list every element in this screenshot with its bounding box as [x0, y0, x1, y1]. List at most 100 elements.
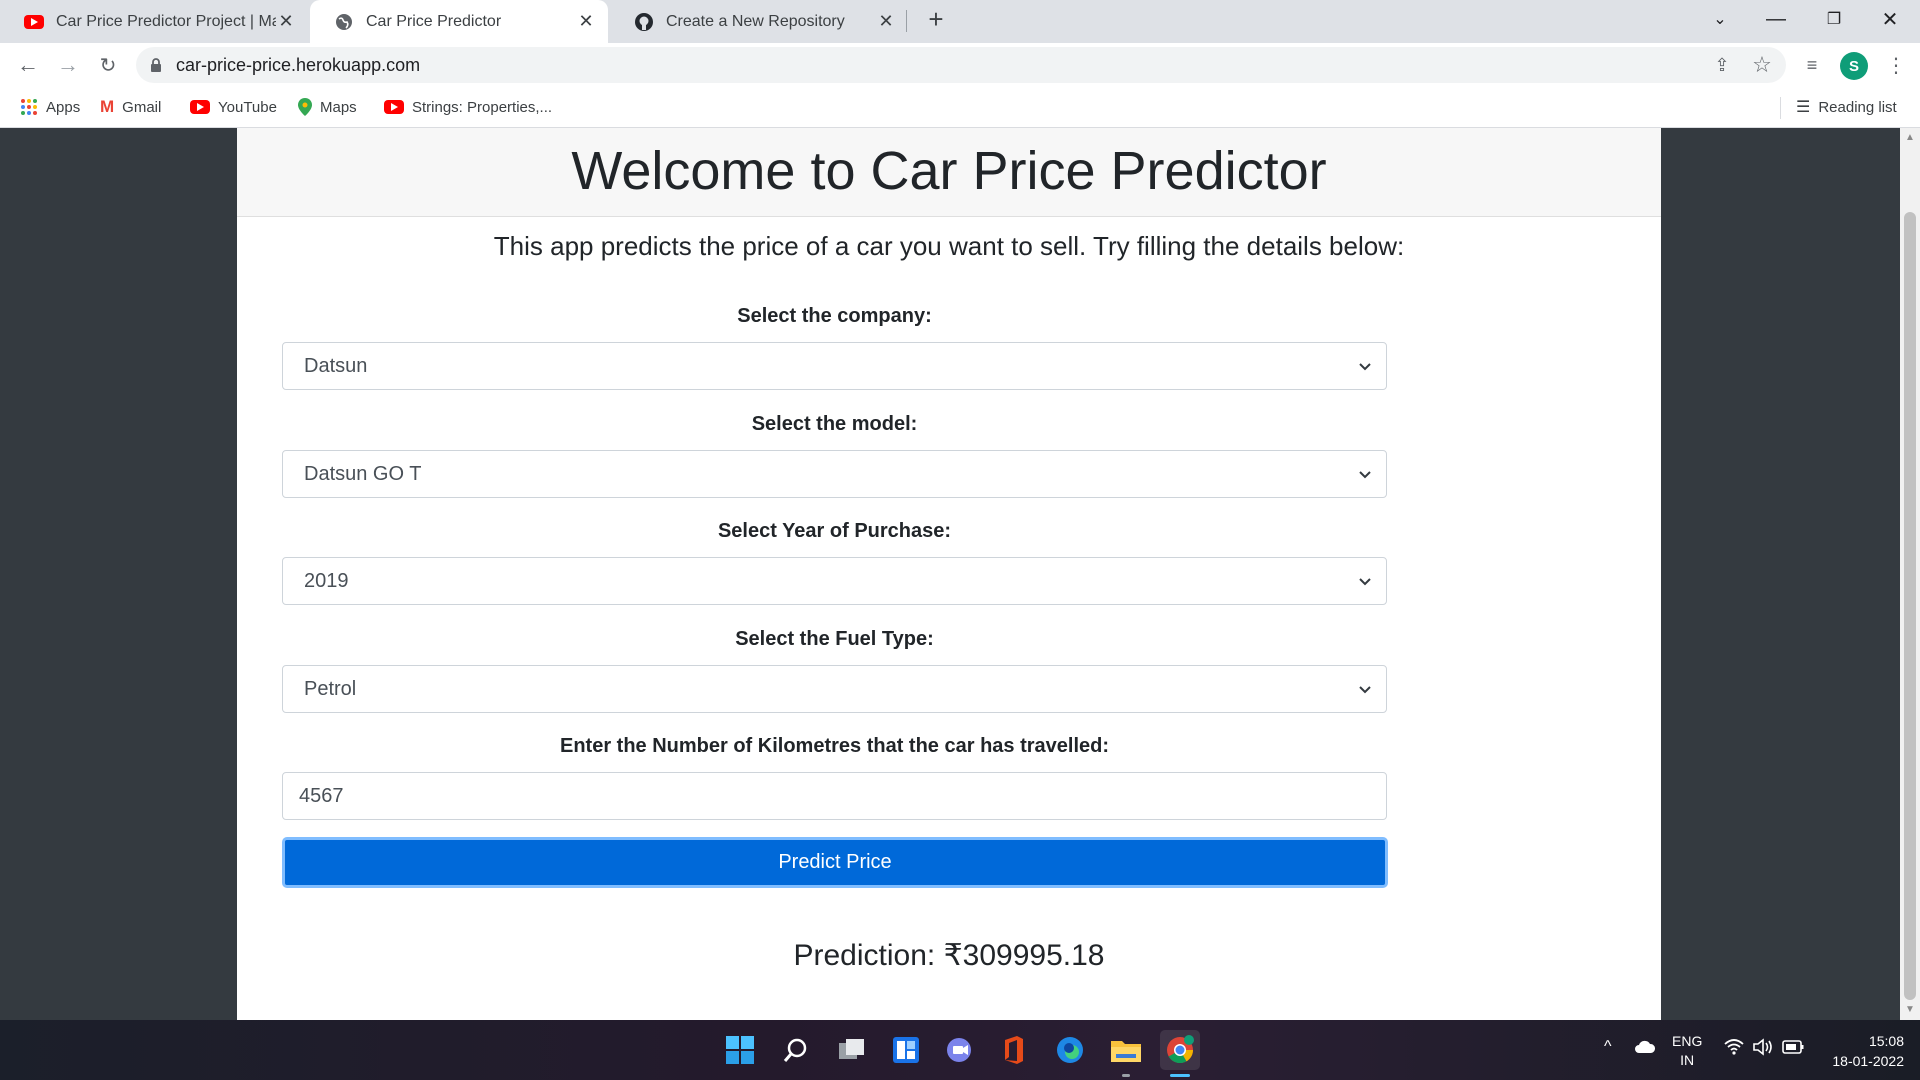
close-tab-icon[interactable]: ✕	[276, 11, 296, 32]
language-indicator[interactable]: ENG IN	[1672, 1032, 1702, 1070]
prediction-result: Prediction: ₹309995.18	[793, 939, 1105, 972]
volume-icon[interactable]	[1752, 1038, 1774, 1059]
taskbar-search-icon[interactable]	[776, 1030, 816, 1070]
battery-icon[interactable]	[1782, 1040, 1804, 1057]
onedrive-cloud-icon[interactable]	[1634, 1040, 1656, 1057]
reading-list-icon: ☰	[1796, 99, 1811, 116]
browser-menu-icon[interactable]: ⋮	[1880, 49, 1912, 81]
page-viewport: Welcome to Car Price Predictor This app …	[0, 128, 1900, 1020]
tab-title: Car Price Predictor Project | Machine Le…	[56, 12, 276, 30]
km-label: Enter the Number of Kilometres that the …	[559, 735, 1110, 757]
scroll-up-arrow[interactable]: ▲	[1905, 132, 1915, 143]
clock-date: 18-01-2022	[1832, 1053, 1904, 1069]
office-icon[interactable]	[994, 1030, 1034, 1070]
bookmark-youtube[interactable]: YouTube	[190, 87, 277, 127]
page-title: Welcome to Car Price Predictor	[571, 141, 1327, 201]
year-select[interactable]: 2019	[282, 557, 1387, 605]
model-select-value: Datsun GO T	[304, 462, 422, 485]
explorer-running-indicator	[1122, 1074, 1130, 1077]
chrome-taskbar-icon[interactable]	[1160, 1030, 1200, 1070]
model-select[interactable]: Datsun GO T	[282, 450, 1387, 498]
youtube-icon	[24, 12, 44, 32]
bookmark-strings-properties[interactable]: Strings: Properties,...	[384, 87, 552, 127]
tab-strip: Car Price Predictor Project | Machine Le…	[0, 0, 1920, 43]
company-select[interactable]: Datsun	[282, 342, 1387, 390]
browser-toolbar: ← → ↻ car-price-price.herokuapp.com ⇪ ☆ …	[0, 43, 1920, 87]
media-control-icon[interactable]: ≡	[1796, 49, 1828, 81]
chevron-down-icon	[1359, 686, 1371, 694]
url-text: car-price-price.herokuapp.com	[176, 54, 421, 75]
intro-text: This app predicts the price of a car you…	[493, 231, 1405, 261]
scroll-down-arrow[interactable]: ▼	[1905, 1004, 1915, 1015]
tab-search-icon[interactable]: ⌄	[1692, 0, 1748, 38]
tab-divider	[906, 10, 907, 32]
new-tab-button[interactable]: +	[920, 4, 952, 38]
chevron-down-icon	[1359, 578, 1371, 586]
forward-icon[interactable]: →	[52, 49, 84, 81]
show-hidden-icons-chevron-icon[interactable]: ^	[1604, 1038, 1612, 1056]
profile-initial: S	[1848, 57, 1859, 75]
tab-github[interactable]: Create a New Repository ✕	[610, 0, 908, 43]
tab-car-price-predictor[interactable]: Car Price Predictor ✕	[310, 0, 608, 43]
bookmark-label: Gmail	[122, 98, 162, 116]
wifi-icon[interactable]	[1724, 1039, 1744, 1058]
km-input[interactable]: 4567	[282, 772, 1387, 820]
close-tab-icon[interactable]: ✕	[876, 11, 896, 32]
fuel-select[interactable]: Petrol	[282, 665, 1387, 713]
minimize-button[interactable]: —	[1748, 0, 1804, 38]
fuel-label: Select the Fuel Type:	[735, 628, 934, 650]
predict-price-label: Predict Price	[778, 851, 892, 873]
edge-browser-icon[interactable]	[1050, 1030, 1090, 1070]
card-header: Welcome to Car Price Predictor	[237, 128, 1661, 217]
scrollbar-thumb[interactable]	[1904, 212, 1916, 1000]
bookmark-maps[interactable]: Maps	[298, 87, 357, 127]
chrome-active-indicator	[1170, 1074, 1190, 1077]
address-bar[interactable]: car-price-price.herokuapp.com	[136, 47, 1786, 83]
github-icon	[634, 12, 654, 32]
bookmark-star-icon[interactable]: ☆	[1746, 49, 1778, 81]
year-label: Select Year of Purchase:	[717, 520, 952, 542]
km-input-value: 4567	[299, 784, 344, 807]
share-icon[interactable]: ⇪	[1706, 49, 1738, 81]
bookmark-label: Maps	[320, 98, 357, 116]
bookmarks-bar: Apps M Gmail YouTube Maps Strings: Prope…	[0, 87, 1920, 128]
region-code: IN	[1680, 1052, 1695, 1068]
lock-icon	[150, 57, 162, 73]
bookmark-label: Apps	[46, 98, 81, 116]
chevron-down-icon	[1359, 363, 1371, 371]
windows-taskbar: ^ ENG IN 15:08 18-01-2022	[0, 1020, 1920, 1080]
company-select-value: Datsun	[304, 354, 368, 377]
youtube-icon	[190, 97, 210, 117]
teams-chat-icon[interactable]	[940, 1030, 980, 1070]
language-code: ENG	[1672, 1033, 1703, 1049]
bookmarks-divider	[1780, 97, 1781, 119]
back-icon[interactable]: ←	[12, 49, 44, 81]
bookmark-label: Strings: Properties,...	[412, 98, 553, 116]
bookmark-gmail[interactable]: M Gmail	[100, 87, 161, 127]
apps-grid-icon	[20, 98, 38, 116]
tab-youtube[interactable]: Car Price Predictor Project | Machine Le…	[0, 0, 308, 43]
youtube-icon	[384, 97, 404, 117]
widgets-icon[interactable]	[886, 1030, 926, 1070]
globe-icon	[334, 12, 354, 32]
company-label: Select the company:	[737, 305, 932, 327]
gmail-icon: M	[100, 97, 115, 116]
page-scrollbar[interactable]: ▲ ▼	[1900, 128, 1920, 1020]
start-button[interactable]	[720, 1030, 760, 1070]
chevron-down-icon	[1359, 471, 1371, 479]
task-view-icon[interactable]	[832, 1030, 872, 1070]
profile-avatar[interactable]: S	[1840, 52, 1868, 80]
close-tab-icon[interactable]: ✕	[576, 11, 596, 32]
clock[interactable]: 15:08 18-01-2022	[1818, 1031, 1904, 1071]
maps-pin-icon	[298, 98, 312, 116]
tab-title: Car Price Predictor	[366, 12, 502, 30]
tab-title: Create a New Repository	[666, 12, 845, 30]
close-window-button[interactable]: ✕	[1862, 0, 1918, 38]
bookmark-apps[interactable]: Apps	[20, 87, 80, 127]
file-explorer-icon[interactable]	[1106, 1030, 1146, 1070]
predict-price-button[interactable]: Predict Price	[282, 837, 1388, 888]
reload-icon[interactable]: ↻	[92, 49, 124, 81]
reading-list-button[interactable]: ☰ Reading list	[1796, 87, 1897, 127]
restore-button[interactable]: ❐	[1806, 0, 1862, 38]
year-select-value: 2019	[304, 569, 349, 592]
